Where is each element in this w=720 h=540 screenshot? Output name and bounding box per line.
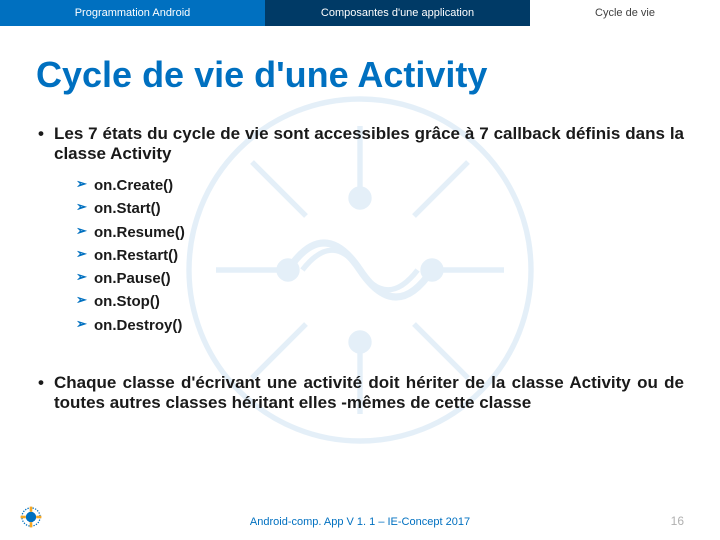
slide-content: Cycle de vie d'une Activity Les 7 états … bbox=[0, 26, 720, 413]
main-bullet-1: Les 7 états du cycle de vie sont accessi… bbox=[36, 124, 684, 164]
callback-list: on.Create() on.Start() on.Resume() on.Re… bbox=[36, 174, 684, 337]
header-left-text: Programmation Android bbox=[75, 7, 191, 19]
slide-title: Cycle de vie d'une Activity bbox=[36, 54, 684, 96]
list-item: on.Restart() bbox=[76, 244, 684, 267]
header-bar: Programmation Android Composantes d'une … bbox=[0, 0, 720, 26]
list-item: on.Start() bbox=[76, 197, 684, 220]
header-section-left: Programmation Android bbox=[0, 0, 265, 26]
footer-text: Android-comp. App V 1. 1 – IE-Concept 20… bbox=[0, 516, 720, 528]
list-item: on.Destroy() bbox=[76, 314, 684, 337]
list-item: on.Pause() bbox=[76, 267, 684, 290]
header-mid-text: Composantes d'une application bbox=[321, 7, 474, 19]
header-right-text: Cycle de vie bbox=[595, 7, 655, 19]
header-section-mid: Composantes d'une application bbox=[265, 0, 530, 26]
list-item: on.Resume() bbox=[76, 221, 684, 244]
main-bullet-2: Chaque classe d'écrivant une activité do… bbox=[36, 373, 684, 413]
list-item: on.Stop() bbox=[76, 290, 684, 313]
list-item: on.Create() bbox=[76, 174, 684, 197]
page-number: 16 bbox=[671, 514, 684, 528]
header-section-right: Cycle de vie bbox=[530, 0, 720, 26]
